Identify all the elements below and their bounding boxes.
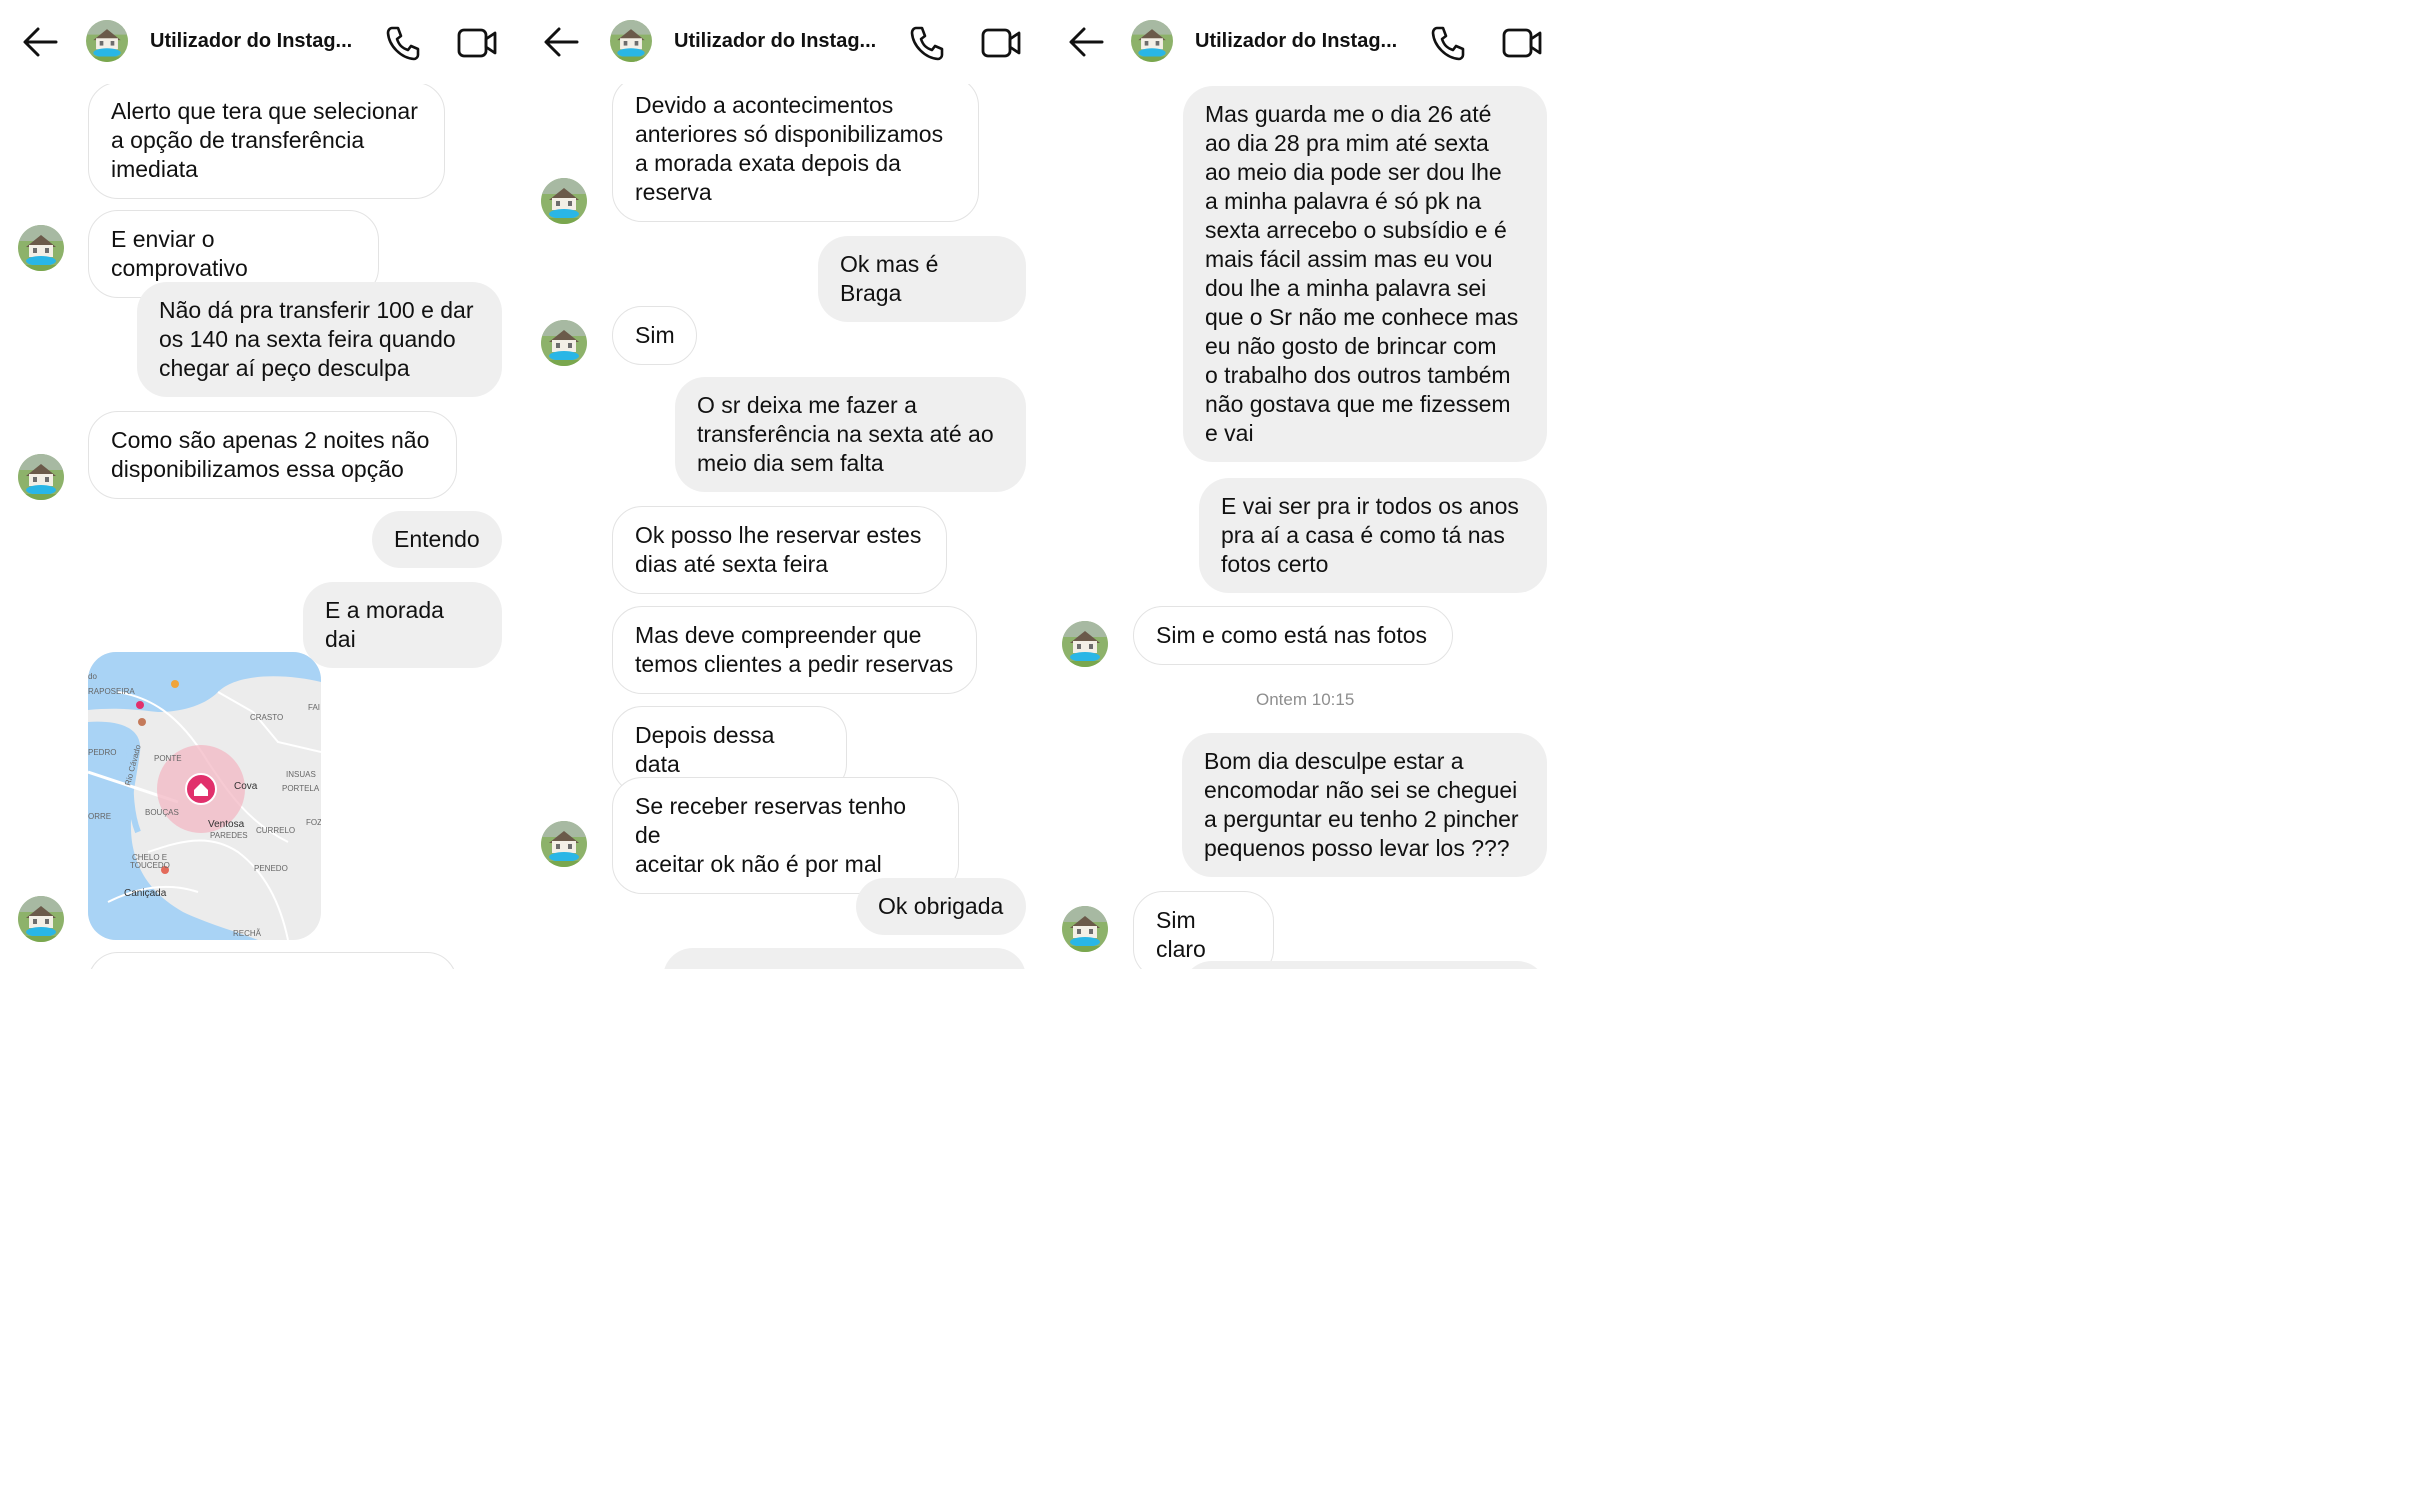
message-outgoing[interactable]: Entendo [372, 511, 502, 568]
phone-icon[interactable] [384, 24, 422, 62]
map-label: Ventosa [208, 819, 245, 830]
map-label: PORTELA [282, 784, 320, 793]
map-label: RECHÃ [233, 929, 262, 938]
message-incoming-partial[interactable] [88, 952, 457, 969]
message-outgoing[interactable]: Bom dia desculpe estar a encomodar não s… [1182, 733, 1547, 877]
message-incoming[interactable]: Sim [612, 306, 697, 365]
map-label: ORRE [88, 812, 111, 821]
message-incoming[interactable]: Sim e como está nas fotos [1133, 606, 1453, 665]
message-outgoing[interactable]: E a morada dai [303, 582, 502, 668]
message-incoming[interactable]: Ok posso lhe reservar estes dias até sex… [612, 506, 947, 594]
message-outgoing[interactable]: Mas guarda me o dia 26 até ao dia 28 pra… [1183, 86, 1547, 462]
map-label: BOUÇAS [145, 808, 179, 817]
header-avatar[interactable] [86, 20, 128, 62]
map-label: PONTE [154, 754, 182, 763]
video-camera-icon[interactable] [1501, 24, 1543, 62]
message-incoming[interactable]: Mas deve compreender que temos clientes … [612, 606, 977, 694]
phone-icon[interactable] [908, 24, 946, 62]
map-label: INSUAS [286, 770, 316, 779]
home-pin-icon [185, 773, 217, 805]
contact-avatar[interactable] [541, 178, 587, 224]
message-incoming[interactable]: Devido a acontecimentos anteriores só di… [612, 76, 979, 222]
map-label: Cova [234, 781, 258, 792]
chat-header: Utilizador do Instag... [1042, 0, 1562, 84]
map-label: PAREDES [210, 831, 248, 840]
map-label: do [88, 672, 97, 681]
chat-panel-3: Mas guarda me o dia 26 até ao dia 28 pra… [1042, 0, 1564, 969]
map-label: PENEDO [254, 864, 288, 873]
header-avatar[interactable] [610, 20, 652, 62]
chat-header: Utilizador do Instag... [521, 0, 1041, 84]
map-label: FAI [308, 703, 320, 712]
message-incoming[interactable]: Se receber reservas tenho de aceitar ok … [612, 777, 959, 894]
map-label: TOUCEDO [130, 861, 170, 870]
map-label: CURRELO [256, 826, 295, 835]
message-timestamp: Ontem 10:15 [1256, 690, 1355, 709]
chat-panel-1: Alerto que tera que selecionar a opção d… [0, 0, 521, 969]
contact-avatar[interactable] [541, 821, 587, 867]
chat-title[interactable]: Utilizador do Instag... [674, 30, 876, 53]
contact-avatar[interactable] [1062, 906, 1108, 952]
message-incoming[interactable]: Como são apenas 2 noites não disponibili… [88, 411, 457, 499]
map-label: Caniçada [124, 888, 167, 899]
contact-avatar[interactable] [541, 320, 587, 366]
map-label: PEDRO [88, 748, 116, 757]
arrow-left-icon[interactable] [20, 22, 60, 62]
contact-avatar[interactable] [18, 225, 64, 271]
map-label: RAPOSEIRA [88, 687, 135, 696]
message-outgoing[interactable]: O sr deixa me fazer a transferência na s… [675, 377, 1026, 492]
location-map-card[interactable]: do RAPOSEIRA CRASTO FAI PEDRO PONTE Rio … [88, 652, 321, 940]
chat-header: Utilizador do Instag... [0, 0, 520, 84]
message-outgoing-partial[interactable] [663, 948, 1026, 969]
contact-avatar[interactable] [1062, 621, 1108, 667]
arrow-left-icon[interactable] [1066, 22, 1106, 62]
map-label: CRASTO [250, 713, 283, 722]
chat-panel-2: Devido a acontecimentos anteriores só di… [521, 0, 1042, 969]
message-outgoing[interactable]: Ok obrigada [856, 878, 1026, 935]
chat-title[interactable]: Utilizador do Instag... [1195, 30, 1397, 53]
video-camera-icon[interactable] [456, 24, 498, 62]
chat-title[interactable]: Utilizador do Instag... [150, 30, 352, 53]
message-outgoing-partial[interactable] [1182, 961, 1547, 969]
arrow-left-icon[interactable] [541, 22, 581, 62]
video-camera-icon[interactable] [980, 24, 1022, 62]
contact-avatar[interactable] [18, 896, 64, 942]
map-label: FOZ [306, 818, 321, 827]
phone-icon[interactable] [1429, 24, 1467, 62]
message-incoming[interactable]: Alerto que tera que selecionar a opção d… [88, 82, 445, 199]
message-outgoing[interactable]: E vai ser pra ir todos os anos pra aí a … [1199, 478, 1547, 593]
message-outgoing[interactable]: Ok mas é Braga [818, 236, 1026, 322]
header-avatar[interactable] [1131, 20, 1173, 62]
message-outgoing[interactable]: Não dá pra transferir 100 e dar os 140 n… [137, 282, 502, 397]
message-incoming[interactable]: Sim claro [1133, 891, 1274, 969]
contact-avatar[interactable] [18, 454, 64, 500]
